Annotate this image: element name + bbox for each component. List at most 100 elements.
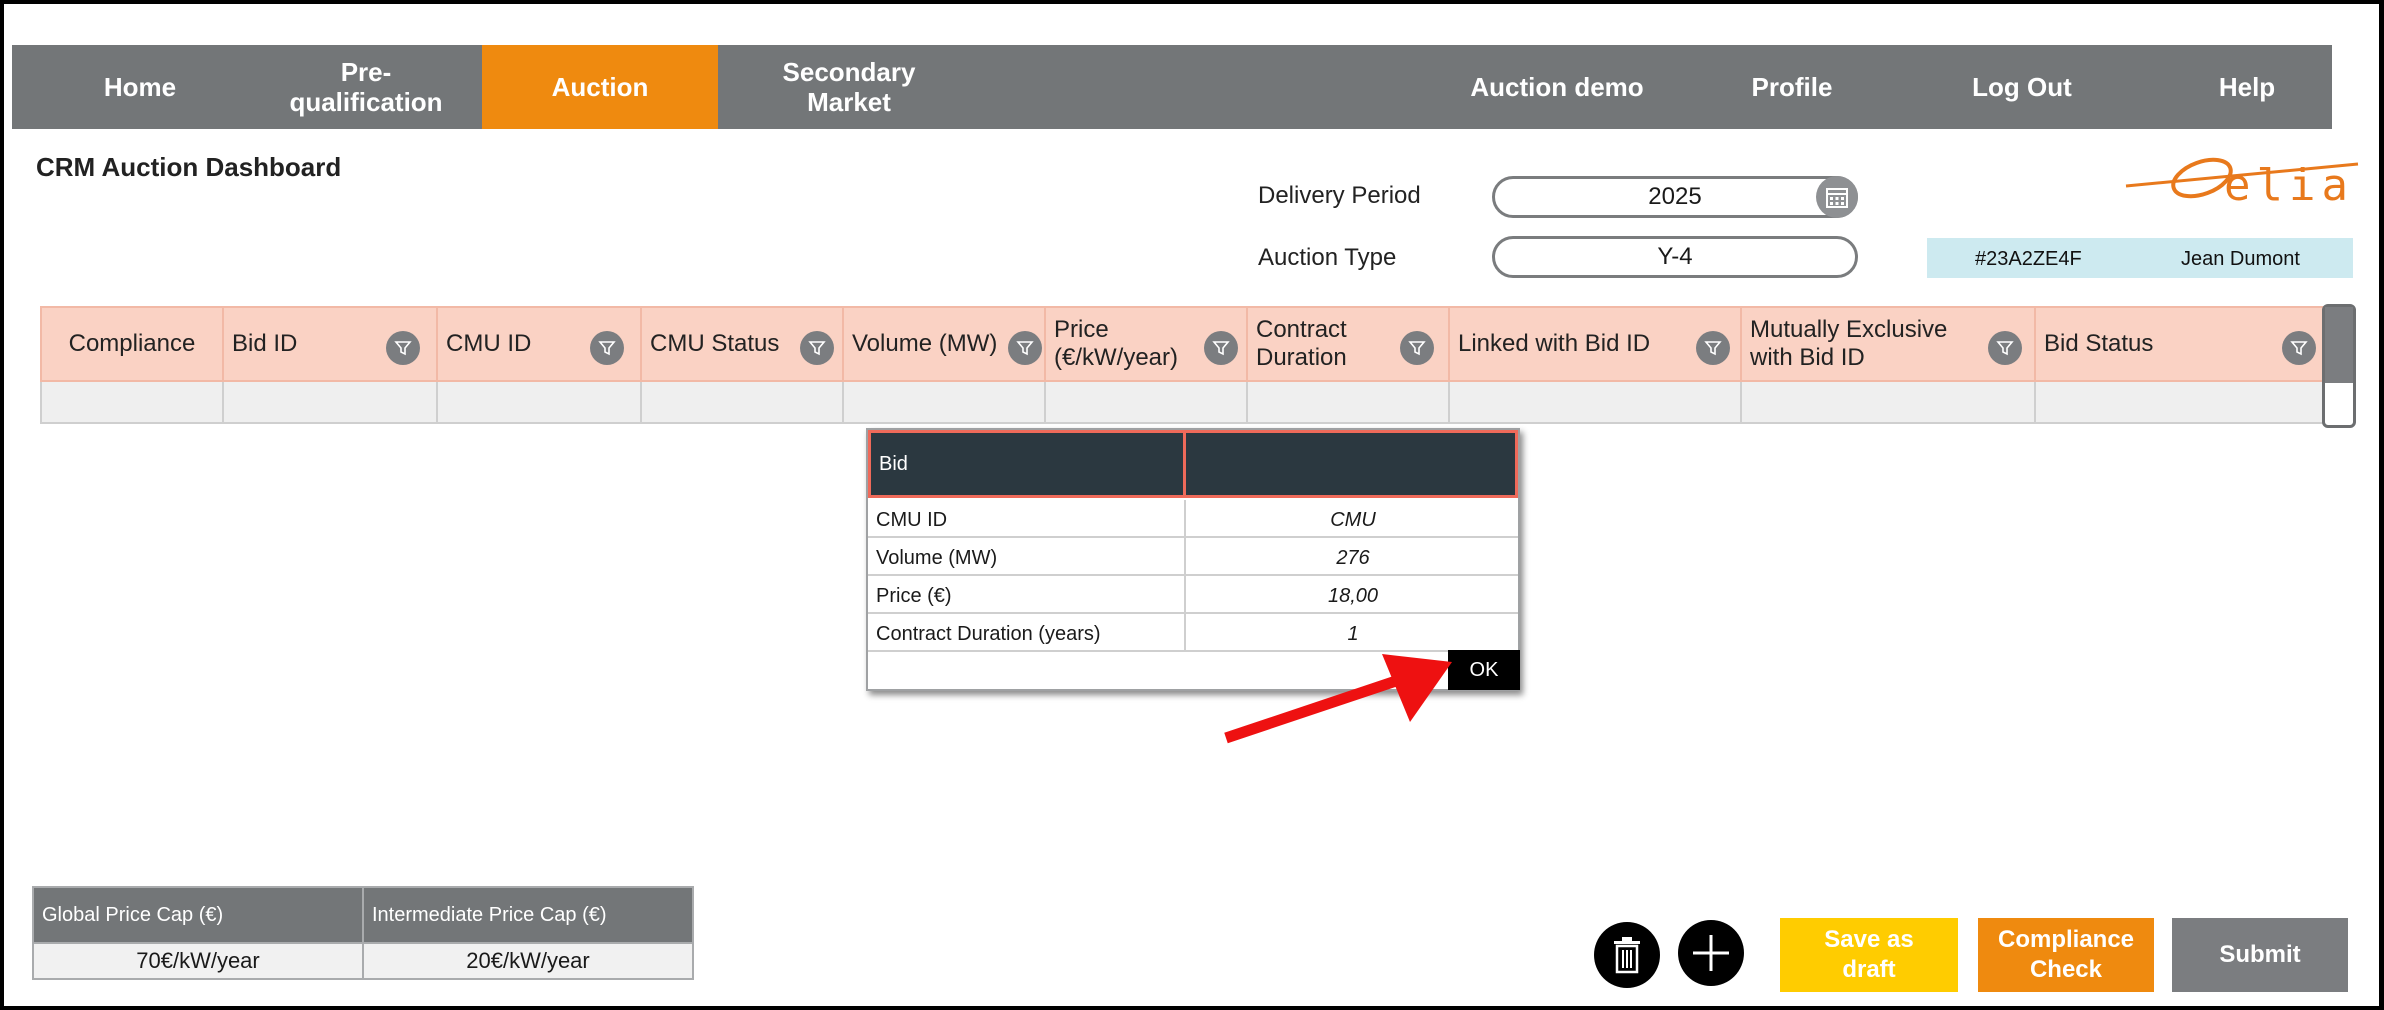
col-bid-status[interactable]: Bid Status — [2036, 308, 2332, 380]
popup-header-label: Bid — [868, 430, 1186, 498]
col-price-label: Price (€/kW/year) — [1054, 316, 1179, 371]
filter-icon[interactable] — [2282, 331, 2316, 365]
table-cell — [642, 382, 844, 422]
nav-secondary-market[interactable]: Secondary Market — [724, 45, 974, 129]
col-mutually-exclusive[interactable]: Mutually Exclusive with Bid ID — [1742, 308, 2036, 380]
popup-row-divider — [1184, 500, 1186, 538]
col-contract-duration[interactable]: Contract Duration — [1248, 308, 1450, 380]
col-compliance[interactable]: Compliance — [42, 308, 224, 380]
submit-button[interactable]: Submit — [2172, 918, 2348, 992]
table-cell — [1450, 382, 1742, 422]
table-cell — [42, 382, 224, 422]
compliance-check-label: Compliance Check — [1997, 926, 2135, 983]
compliance-check-button[interactable]: Compliance Check — [1978, 918, 2154, 992]
table-row[interactable] — [40, 382, 2334, 424]
col-linked-bid-label: Linked with Bid ID — [1458, 330, 1651, 357]
table-cell — [1248, 382, 1450, 422]
nav-logout[interactable]: Log Out — [1932, 45, 2112, 129]
nav-auction-demo[interactable]: Auction demo — [1432, 45, 1682, 129]
nav-profile[interactable]: Profile — [1712, 45, 1872, 129]
nav-home[interactable]: Home — [52, 45, 228, 129]
popup-header-blank — [1186, 430, 1518, 498]
filter-icon[interactable] — [1988, 331, 2022, 365]
nav-help[interactable]: Help — [2172, 45, 2322, 129]
table-scrollbar[interactable] — [2322, 304, 2356, 428]
col-cmu-status-label: CMU Status — [650, 330, 780, 357]
delivery-period-value: 2025 — [1648, 183, 1702, 210]
filter-icon[interactable] — [1696, 331, 1730, 365]
delivery-period-field[interactable]: 2025 — [1492, 176, 1858, 218]
scrollbar-thumb[interactable] — [2325, 307, 2353, 383]
arrow-annotation-icon — [1224, 654, 1452, 744]
intermediate-price-cap-header: Intermediate Price Cap (€) — [364, 888, 692, 942]
add-button[interactable] — [1678, 920, 1744, 986]
user-name: Jean Dumont — [2181, 248, 2300, 270]
col-mutually-exclusive-label: Mutually Exclusive with Bid ID — [1750, 316, 1948, 371]
filter-icon[interactable] — [1400, 331, 1434, 365]
auction-type-value: Y-4 — [1657, 243, 1693, 270]
popup-row-divider — [1184, 538, 1186, 576]
popup-row: CMU ID CMU — [868, 500, 1518, 538]
popup-row-value: 276 — [1336, 547, 1370, 569]
filter-icon[interactable] — [1204, 331, 1238, 365]
col-cmu-id-label: CMU ID — [446, 330, 532, 357]
popup-row-key: CMU ID — [876, 509, 948, 531]
auction-type-label: Auction Type — [1258, 244, 1397, 271]
global-price-cap-header: Global Price Cap (€) — [34, 888, 364, 942]
col-bid-id[interactable]: Bid ID — [224, 308, 438, 380]
col-volume-label: Volume (MW) — [852, 330, 998, 357]
col-bid-status-label: Bid Status — [2044, 330, 2154, 357]
bids-table-header: Compliance Bid ID CMU ID CMU Status Volu… — [40, 306, 2334, 382]
filter-icon[interactable] — [590, 331, 624, 365]
popup-row-value: 1 — [1347, 623, 1359, 645]
trash-icon — [1614, 937, 1640, 974]
nav-prequalification[interactable]: Pre- qualification — [240, 45, 492, 129]
popup-row-value: 18,00 — [1327, 585, 1379, 607]
delivery-period-label: Delivery Period — [1258, 182, 1421, 209]
popup-row-key: Volume (MW) — [876, 547, 998, 569]
popup-row-key: Contract Duration (years) — [876, 623, 1101, 645]
col-linked-bid[interactable]: Linked with Bid ID — [1450, 308, 1742, 380]
user-id: #23A2ZE4F — [1975, 248, 2082, 270]
col-cmu-status[interactable]: CMU Status — [642, 308, 844, 380]
submit-label: Submit — [2219, 941, 2301, 968]
nav-profile-label: Profile — [1751, 72, 1833, 102]
plus-icon — [1693, 935, 1729, 971]
col-bid-id-label: Bid ID — [232, 330, 298, 357]
popup-row-divider — [1184, 576, 1186, 614]
delete-button[interactable] — [1594, 922, 1660, 988]
table-cell — [844, 382, 1046, 422]
popup-row-key: Price (€) — [876, 585, 952, 607]
popup-row-value: CMU — [1330, 509, 1376, 531]
save-draft-label: Save as draft — [1824, 926, 1914, 983]
table-cell — [1046, 382, 1248, 422]
nav-auction-label: Auction — [551, 72, 649, 102]
price-caps-table: Global Price Cap (€) Intermediate Price … — [32, 886, 694, 980]
filter-icon[interactable] — [386, 331, 420, 365]
filter-icon[interactable] — [1008, 331, 1042, 365]
page-title: CRM Auction Dashboard — [36, 152, 342, 182]
elia-logo-text: elia — [2224, 160, 2354, 211]
popup-row: Volume (MW) 276 — [868, 538, 1518, 576]
nav-auction-demo-label: Auction demo — [1470, 72, 1644, 102]
nav-logout-label: Log Out — [1972, 72, 2072, 102]
col-price[interactable]: Price (€/kW/year) — [1046, 308, 1248, 380]
popup-header: Bid — [868, 430, 1518, 498]
table-cell — [224, 382, 438, 422]
user-info-bar: #23A2ZE4F Jean Dumont — [1927, 238, 2353, 278]
nav-secondary-market-label: Secondary Market — [782, 57, 916, 117]
auction-type-field[interactable]: Y-4 — [1492, 236, 1858, 278]
elia-logo: elia — [2124, 150, 2360, 214]
popup-row: Contract Duration (years) 1 — [868, 614, 1518, 652]
filter-icon[interactable] — [800, 331, 834, 365]
col-volume[interactable]: Volume (MW) — [844, 308, 1046, 380]
col-cmu-id[interactable]: CMU ID — [438, 308, 642, 380]
calendar-icon[interactable] — [1816, 176, 1858, 218]
nav-auction[interactable]: Auction — [482, 45, 718, 129]
nav-prequalification-label: Pre- qualification — [289, 57, 443, 117]
save-draft-button[interactable]: Save as draft — [1780, 918, 1958, 992]
intermediate-price-cap-value: 20€/kW/year — [364, 942, 692, 978]
nav-home-label: Home — [103, 72, 177, 102]
table-cell — [1742, 382, 2036, 422]
table-cell — [438, 382, 642, 422]
